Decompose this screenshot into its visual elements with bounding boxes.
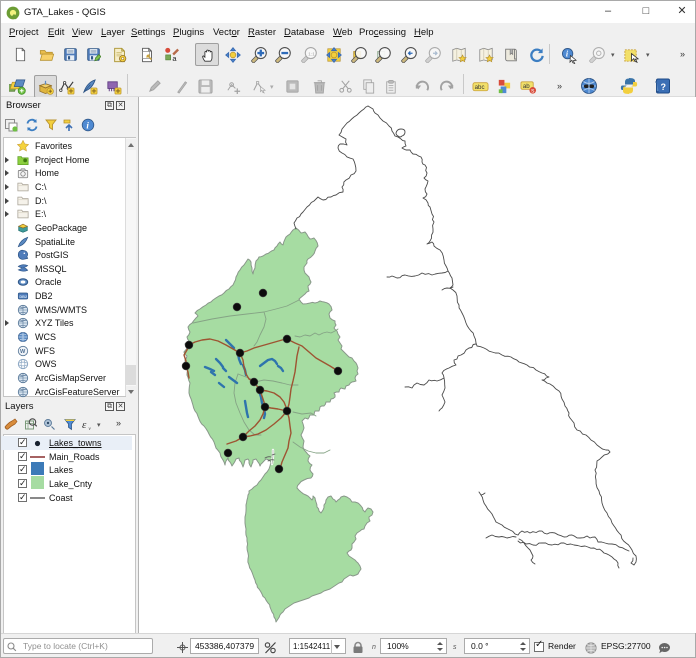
svg-text:DB2: DB2 xyxy=(19,295,27,299)
svg-text:abc: abc xyxy=(475,84,485,91)
svg-text:a: a xyxy=(172,54,177,62)
svg-text:ε: ε xyxy=(82,419,87,431)
svg-text:W: W xyxy=(20,349,26,355)
svg-text:1:1: 1:1 xyxy=(308,51,315,57)
svg-text:ab: ab xyxy=(523,83,530,90)
svg-text:ν: ν xyxy=(89,427,92,431)
svg-text:?: ? xyxy=(661,82,667,92)
